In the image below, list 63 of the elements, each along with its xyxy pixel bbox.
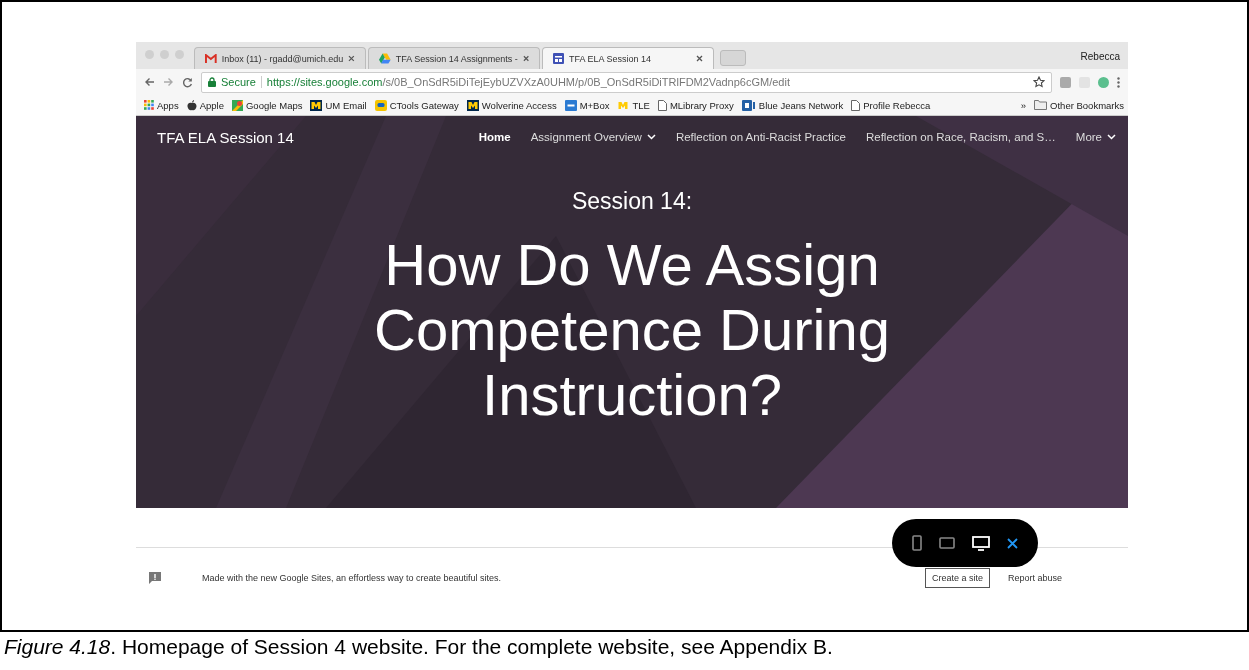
tablet-icon[interactable] (939, 537, 955, 549)
phone-icon[interactable] (912, 535, 922, 551)
bookmark-item[interactable]: Blue Jeans Network (741, 99, 844, 111)
bookmark-item[interactable]: Profile Rebecca (851, 99, 931, 111)
mail-icon (205, 53, 217, 64)
close-icon[interactable] (348, 55, 355, 62)
address-bar[interactable]: Secure https://sites.google.com/s/0B_OnSdR5iDiTejEybUZVXzA0UHM/p/0B_OnSdR5iDiTRlFDM2Vadnp6cGM/edit (201, 71, 1052, 93)
url-text: https://sites.google.com/s/0B_OnSdR5iDiTejEybUZVXzA0UHM/p/0B_OnSdR5iDiTRlFDM2Vadnp6cGM/edit (266, 76, 791, 88)
profile-name[interactable]: Rebecca (1080, 51, 1120, 62)
page-layout-icon (553, 53, 564, 64)
nav-item[interactable]: Reflection on Race, Racism, and S… (865, 131, 1056, 143)
box-logo-icon (564, 99, 577, 111)
bookmark-item[interactable]: CTools Gateway (374, 99, 459, 111)
nav-item[interactable]: Reflection on Anti-Racist Practice (675, 131, 846, 143)
bookmark-item[interactable]: TLE (617, 99, 650, 111)
hero-subtitle: Session 14: (570, 188, 694, 215)
reload-icon[interactable] (182, 76, 193, 88)
grid-icon (144, 100, 154, 110)
bookmark-item[interactable]: Apple (186, 99, 224, 111)
block-m-icon (617, 99, 630, 111)
bookmark-item[interactable]: MLibrary Proxy (657, 99, 734, 111)
bookmark-item[interactable]: Wolverine Access (466, 99, 557, 111)
close-icon[interactable] (522, 55, 529, 62)
feedback-icon[interactable] (148, 571, 162, 585)
footer-link[interactable]: Report abuse (1001, 569, 1068, 587)
video-logo-icon (741, 99, 756, 111)
page-icon (657, 99, 667, 111)
map-pin-icon (231, 99, 243, 111)
nav-item[interactable]: Assignment Overview (530, 131, 656, 143)
tab-title: TFA ELA Session 14 (569, 53, 653, 64)
speech-bubble-icon (374, 99, 387, 111)
figure-caption: Figure 4.18. Homepage of Session 4 website. For the complete website, see Appendix B. (3, 634, 834, 660)
bookmark-item[interactable]: M+Box (564, 99, 610, 111)
monitor-icon[interactable] (972, 535, 990, 551)
close-icon[interactable] (1007, 537, 1018, 549)
star-icon[interactable] (1033, 76, 1045, 88)
bookmark-item[interactable]: UM Email (310, 99, 367, 111)
browser-tab[interactable]: Inbox (11) - rgadd@umich.edu (194, 47, 366, 69)
footer-text: Made with the new Google Sites, an effortless way to create beautiful sites. (202, 573, 501, 583)
menu-icon[interactable] (1117, 76, 1120, 88)
hero-heading: How Do We Assign Competence During Instruction? (373, 233, 891, 428)
lock-icon (208, 77, 216, 87)
bookmark-item[interactable]: Apps (144, 99, 179, 111)
close-icon[interactable] (696, 55, 703, 62)
nav-item[interactable]: More (1075, 131, 1116, 143)
browser-tab[interactable]: TFA Session 14 Assignments - (368, 47, 540, 69)
tab-title: TFA Session 14 Assignments - (395, 53, 518, 64)
tab-title: Inbox (11) - rgadd@umich.edu (221, 53, 344, 64)
apple-icon (186, 99, 197, 111)
site-title[interactable]: TFA ELA Session 14 (157, 128, 294, 146)
overflow-chevron[interactable]: » (1020, 99, 1027, 111)
browser-tab[interactable]: TFA ELA Session 14 (542, 47, 714, 69)
block-m-icon (310, 99, 323, 111)
bookmark-folder[interactable]: Other Bookmarks (1034, 99, 1124, 111)
triangle-icon (379, 53, 391, 64)
bookmark-item[interactable]: Google Maps (231, 99, 303, 111)
secure-label: Secure (221, 76, 256, 88)
footer-link[interactable]: Create a site (924, 568, 990, 588)
folder-icon (1034, 100, 1048, 110)
nav-item[interactable]: Home (478, 131, 511, 143)
block-m-icon (466, 99, 479, 111)
page-icon (851, 99, 861, 111)
back-icon[interactable] (144, 77, 155, 87)
